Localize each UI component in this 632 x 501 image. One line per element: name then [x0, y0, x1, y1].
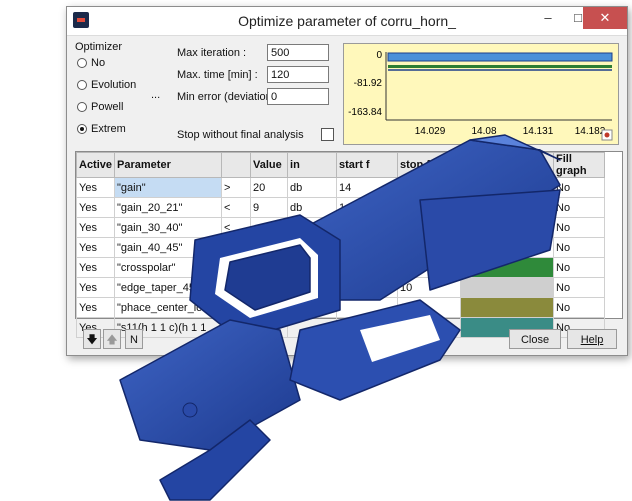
horn-bolt-hole — [182, 402, 198, 418]
horn-3d-model — [119, 134, 561, 501]
horn-arm-lower — [419, 189, 561, 291]
horn-handle — [119, 319, 301, 451]
